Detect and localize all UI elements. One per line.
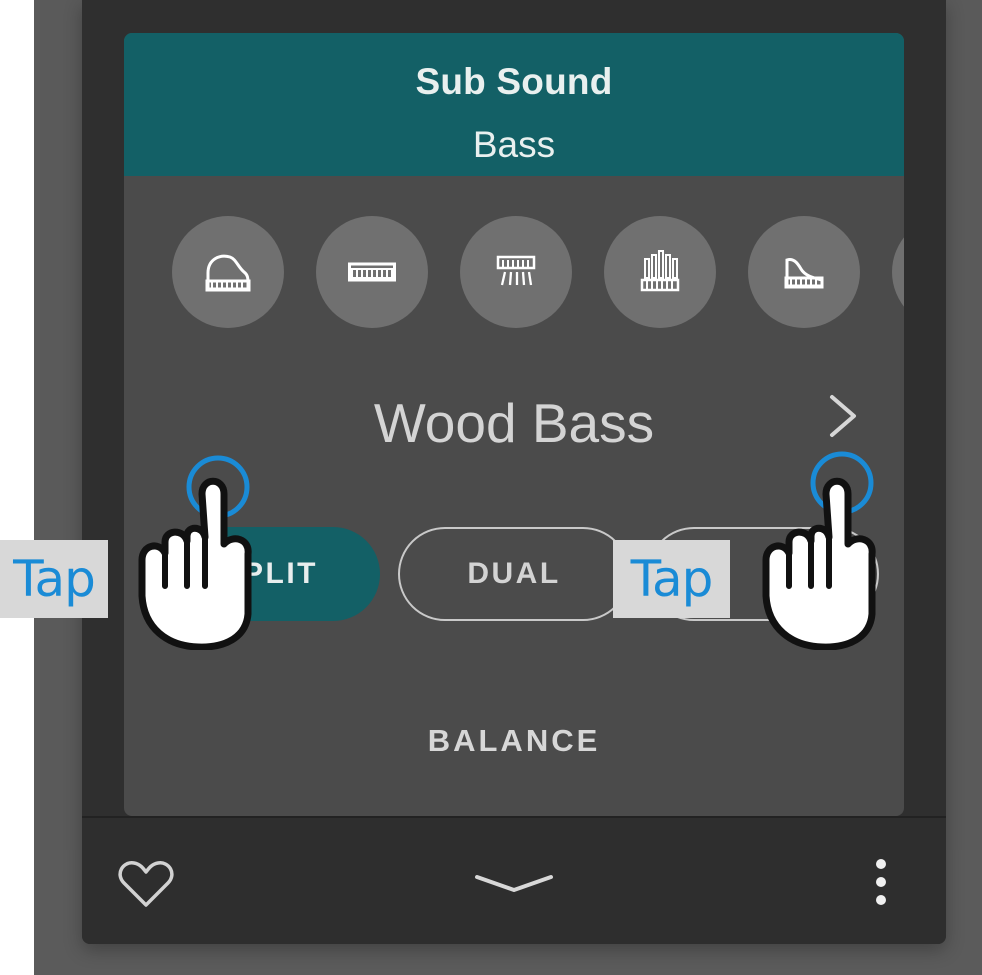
header-subtitle: Bass <box>472 124 556 165</box>
keyboard-button[interactable] <box>316 216 428 328</box>
sub-sound-card: Sub Sound Bass Wood Bass SPLIT DUAL BALA… <box>124 33 904 816</box>
heart-icon[interactable] <box>116 858 176 910</box>
organ-button[interactable] <box>604 216 716 328</box>
keyboard-icon <box>348 262 396 282</box>
header-title: Sub Sound <box>415 61 613 102</box>
sound-category-list <box>172 216 904 328</box>
card-header: Sub Sound Bass <box>124 33 904 176</box>
app-screenshot: Sub Sound Bass Wood Bass SPLIT DUAL BALA… <box>0 0 982 975</box>
upright-piano-icon <box>784 258 824 289</box>
more-sounds-button[interactable] <box>892 216 904 328</box>
dual-mode-button[interactable]: DUAL <box>398 527 630 621</box>
dual-mode-label: DUAL <box>467 557 561 590</box>
more-vertical-icon[interactable] <box>871 858 891 908</box>
upright-piano-button[interactable] <box>748 216 860 328</box>
harpsichord-icon <box>496 255 536 286</box>
chevron-down-icon[interactable] <box>474 872 554 896</box>
grand-piano-button[interactable] <box>172 216 284 328</box>
tap-hand-icon-left <box>138 455 252 650</box>
tap-label-right: Tap <box>613 540 730 618</box>
chevron-right-icon[interactable] <box>824 391 864 441</box>
harpsichord-button[interactable] <box>460 216 572 328</box>
sound-name[interactable]: Wood Bass <box>124 391 904 455</box>
organ-icon <box>640 250 680 292</box>
balance-label: BALANCE <box>427 723 601 758</box>
tap-label-left: Tap <box>0 540 108 618</box>
grand-piano-icon <box>205 254 251 292</box>
tap-hand-icon-right <box>762 451 876 650</box>
bottom-toolbar <box>82 816 946 944</box>
